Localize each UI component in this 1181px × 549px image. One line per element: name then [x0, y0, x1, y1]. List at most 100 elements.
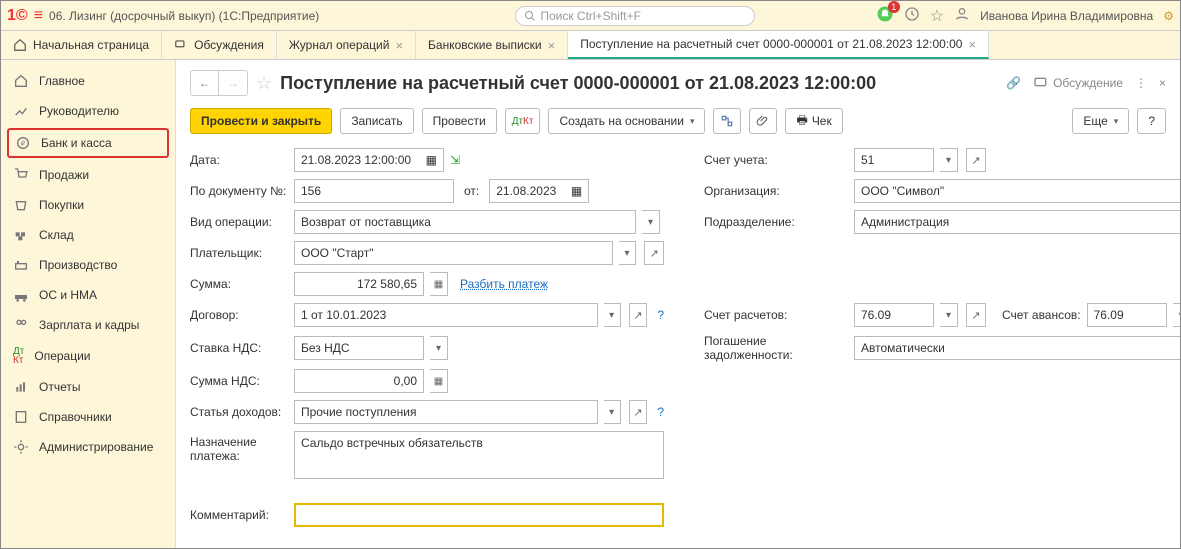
notifications-icon[interactable]: 1	[876, 5, 894, 26]
dropdown-icon[interactable]: ▾	[1173, 303, 1180, 327]
user-icon[interactable]	[954, 6, 970, 25]
settings-icon[interactable]: ⚙	[1163, 9, 1174, 23]
favorite-toggle[interactable]: ☆	[256, 73, 272, 94]
sidebar-item-bank[interactable]: ₽Банк и касса	[7, 128, 169, 158]
sidebar-item-stock[interactable]: Склад	[1, 220, 175, 250]
open-icon[interactable]: ↗	[644, 241, 664, 265]
comment-input[interactable]	[294, 503, 664, 527]
help-icon[interactable]: ?	[657, 405, 664, 419]
calc-icon[interactable]: ▦	[430, 272, 448, 296]
kebab-icon[interactable]: ⋮	[1135, 76, 1147, 90]
income-input[interactable]: Прочие поступления	[294, 400, 598, 424]
sidebar-item-sales[interactable]: Продажи	[1, 160, 175, 190]
open-icon[interactable]: ↗	[966, 148, 986, 172]
sidebar-item-references[interactable]: Справочники	[1, 402, 175, 432]
discuss-button[interactable]: Обсуждение	[1033, 75, 1123, 91]
close-panel-icon[interactable]: ×	[1159, 76, 1166, 90]
purpose-textarea[interactable]: Сальдо встречных обязательств	[294, 431, 664, 479]
fromdate-input[interactable]: 21.08.2023▦	[489, 179, 589, 203]
open-icon[interactable]: ↗	[629, 400, 648, 424]
nav-forward[interactable]: →	[219, 71, 247, 95]
dropdown-icon[interactable]: ▾	[619, 241, 637, 265]
sidebar: Главное Руководителю ₽Банк и касса Прода…	[1, 60, 176, 548]
structure-button[interactable]	[713, 108, 741, 134]
label-optype: Вид операции:	[190, 215, 294, 229]
create-based-button[interactable]: Создать на основании▾	[548, 108, 705, 134]
dropdown-icon[interactable]: ▾	[604, 400, 621, 424]
sidebar-item-os[interactable]: ОС и НМА	[1, 280, 175, 310]
advacct-input[interactable]: 76.09	[1087, 303, 1167, 327]
sum-input[interactable]: 172 580,65	[294, 272, 424, 296]
payer-input[interactable]: ООО "Старт"	[294, 241, 613, 265]
sidebar-item-production[interactable]: Производство	[1, 250, 175, 280]
label-from: от:	[464, 184, 479, 198]
more-button[interactable]: Еще▾	[1072, 108, 1129, 134]
split-payment-link[interactable]: Разбить платеж	[460, 277, 548, 291]
debt-input[interactable]: Автоматически	[854, 336, 1180, 360]
close-icon[interactable]: ×	[968, 37, 976, 52]
label-income: Статья доходов:	[190, 405, 294, 419]
tab-bank-statements[interactable]: Банковские выписки×	[416, 31, 568, 59]
calcacct-input[interactable]: 76.09	[854, 303, 934, 327]
cheque-button[interactable]: 🖶Чек	[785, 108, 842, 134]
sidebar-item-purchases[interactable]: Покупки	[1, 190, 175, 220]
sidebar-item-admin[interactable]: Администрирование	[1, 432, 175, 462]
toolbar: Провести и закрыть Записать Провести ДтК…	[190, 108, 1166, 134]
close-icon[interactable]: ×	[395, 38, 403, 53]
tab-home[interactable]: Начальная страница	[1, 31, 162, 59]
vat-input[interactable]: Без НДС	[294, 336, 424, 360]
account-input[interactable]: 51	[854, 148, 934, 172]
tab-journal[interactable]: Журнал операций×	[277, 31, 416, 59]
link-icon[interactable]: 🔗	[1006, 76, 1021, 90]
dept-input[interactable]: Администрация	[854, 210, 1180, 234]
label-comment: Комментарий:	[190, 508, 294, 522]
dk-button[interactable]: ДтКт	[505, 108, 541, 134]
docnum-input[interactable]: 156	[294, 179, 454, 203]
calendar-icon[interactable]: ▦	[426, 153, 437, 167]
label-vatsum: Сумма НДС:	[190, 374, 294, 388]
dropdown-icon[interactable]: ▾	[604, 303, 621, 327]
label-sum: Сумма:	[190, 277, 294, 291]
sidebar-item-reports[interactable]: Отчеты	[1, 372, 175, 402]
attach-button[interactable]	[749, 108, 777, 134]
vatsum-input[interactable]: 0,00	[294, 369, 424, 393]
contract-input[interactable]: 1 от 10.01.2023	[294, 303, 598, 327]
label-debt: Погашение задолженности:	[664, 334, 854, 362]
open-icon[interactable]: ↗	[966, 303, 986, 327]
open-icon[interactable]: ↗	[629, 303, 648, 327]
label-org: Организация:	[664, 184, 854, 198]
save-button[interactable]: Записать	[340, 108, 413, 134]
label-docnum: По документу №:	[190, 184, 294, 198]
sidebar-item-operations[interactable]: ДтКтОперации	[1, 340, 175, 372]
menu-icon[interactable]: ≡	[34, 7, 43, 25]
tabs-row: Начальная страница Обсуждения Журнал опе…	[1, 31, 1180, 60]
org-input[interactable]: ООО "Символ"	[854, 179, 1180, 203]
post-and-close-button[interactable]: Провести и закрыть	[190, 108, 332, 134]
calendar-icon[interactable]: ▦	[571, 184, 582, 198]
dropdown-icon[interactable]: ▾	[940, 303, 958, 327]
label-date: Дата:	[190, 153, 294, 167]
optype-input[interactable]: Возврат от поставщика	[294, 210, 636, 234]
post-button[interactable]: Провести	[422, 108, 497, 134]
dropdown-icon[interactable]: ▾	[940, 148, 958, 172]
help-icon[interactable]: ?	[657, 308, 664, 322]
sidebar-item-main[interactable]: Главное	[1, 66, 175, 96]
tab-discussions[interactable]: Обсуждения	[162, 31, 277, 59]
label-calcacct: Счет расчетов:	[664, 308, 854, 322]
close-icon[interactable]: ×	[548, 38, 556, 53]
sidebar-item-manager[interactable]: Руководителю	[1, 96, 175, 126]
history-icon[interactable]	[904, 6, 920, 25]
sidebar-item-hr[interactable]: Зарплата и кадры	[1, 310, 175, 340]
dropdown-icon[interactable]: ▾	[642, 210, 660, 234]
search-input[interactable]: Поиск Ctrl+Shift+F	[515, 6, 755, 26]
date-input[interactable]: 21.08.2023 12:00:00▦	[294, 148, 444, 172]
favorite-icon[interactable]: ☆	[930, 6, 944, 26]
nav-back[interactable]: ←	[191, 71, 219, 95]
calc-icon[interactable]: ▦	[430, 369, 448, 393]
svg-text:₽: ₽	[21, 140, 26, 148]
help-button[interactable]: ?	[1137, 108, 1166, 134]
dropdown-icon[interactable]: ▾	[430, 336, 448, 360]
tab-receipt[interactable]: Поступление на расчетный счет 0000-00000…	[568, 31, 989, 59]
logo-1c: 1©	[7, 7, 28, 25]
user-name[interactable]: Иванова Ирина Владимировна	[980, 9, 1153, 23]
